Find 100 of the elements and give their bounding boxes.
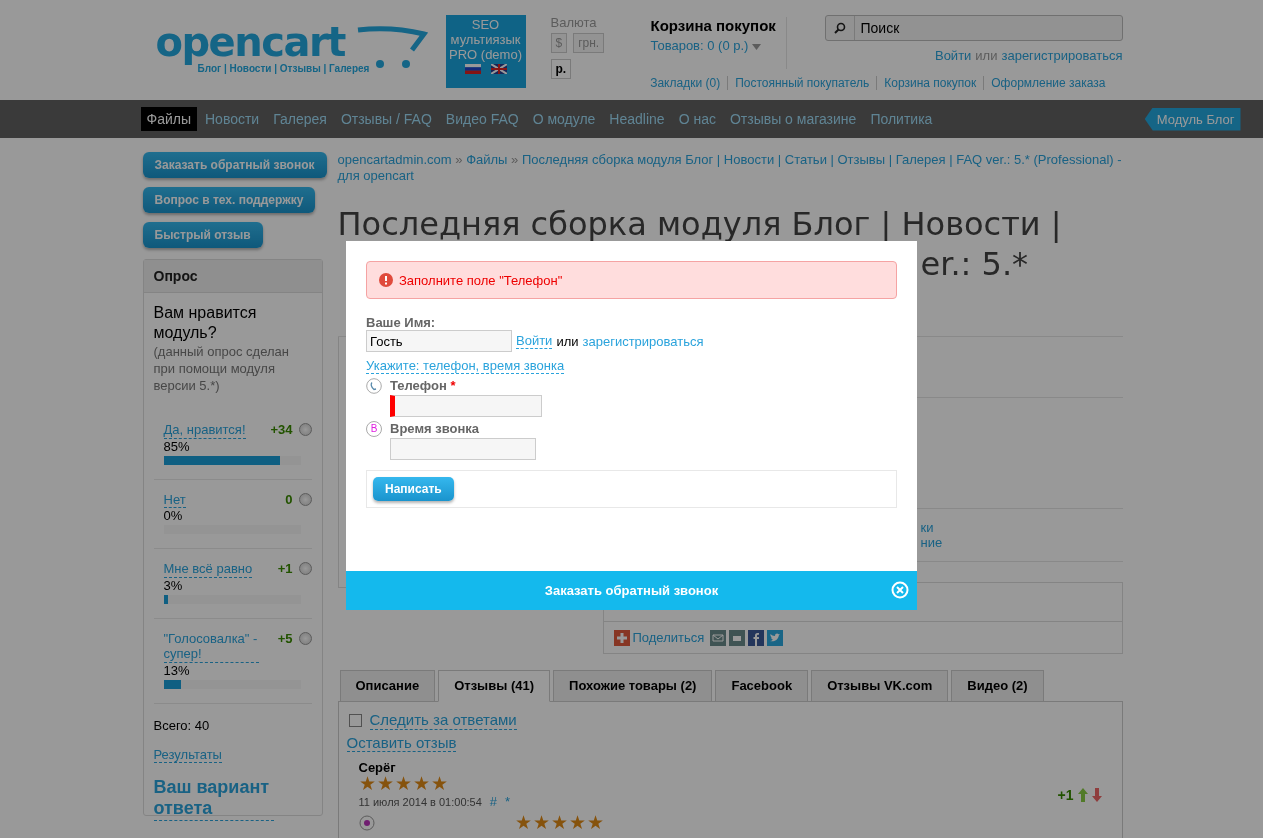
top-link[interactable]: Постоянный покупатель [727,76,877,90]
review-score: +1 [1057,786,1074,803]
radio-button[interactable] [298,562,312,576]
currency-label: Валюта [550,15,598,30]
phone-icon [366,377,382,394]
star-icon: ★ [550,814,568,831]
search-field[interactable]: Поиск [854,19,1122,37]
dialog-title: Заказать обратный звонок [544,583,719,598]
radio-button[interactable] [298,423,312,436]
hint-link[interactable]: Укажите: телефон, время звонка [366,358,565,374]
login-link[interactable]: Войти [934,48,972,63]
nav-item[interactable]: Отзывы о магазине [723,107,863,131]
own-answer-link[interactable]: Ваш вариант ответа [153,776,274,821]
vote-percent: 85% [163,438,190,454]
star-icon: ★ [568,814,586,831]
cart-title: Корзина покупок [650,17,777,34]
nav-item[interactable]: Отзывы / FAQ [334,107,438,131]
star-icon: ★ [586,814,604,831]
login-link[interactable]: Войти [516,333,553,349]
error-message: Заполните поле "Телефон" [399,272,563,288]
close-button[interactable] [891,581,909,599]
submit-button[interactable]: Написать [373,476,454,501]
review-date: 11 июля 2014 в 01:00:54 [358,795,482,808]
poll-option-link[interactable]: Да, нравится! [163,422,246,439]
reply-mark[interactable]: * [505,794,511,809]
register-link[interactable]: зарегистрироваться [582,333,704,349]
currency-button[interactable]: р. [550,59,572,79]
vote-count: 0 [285,491,293,507]
warning-icon [379,273,393,287]
nav-item[interactable]: Headline [603,107,671,131]
top-link[interactable]: Корзина покупок [876,76,984,90]
vote-count: +34 [270,422,293,437]
field-label: Телефон * [390,378,456,394]
cart-summary-link[interactable]: Товаров: 0 (0 р.) [650,38,786,53]
poll-question: Вам нравится модуль? [153,303,258,343]
vote-percent: 13% [163,662,190,678]
vote-count: +1 [277,561,293,577]
nav-item[interactable]: Политика [864,107,939,131]
mail-icon[interactable] [710,629,727,646]
tab[interactable]: Facebook [715,670,809,702]
star-icon: ★ [430,775,448,792]
text-input[interactable] [390,437,536,460]
facebook-icon[interactable] [748,629,765,646]
currency-button[interactable]: $ [550,33,568,53]
poll-option-link[interactable]: Нет [163,491,186,509]
logo-tagline: Блог | Новости | Отзывы | Галерея [197,63,370,74]
field-label: Ваше Имя: [366,315,437,330]
close-icon [891,581,909,599]
tab[interactable]: Описание [339,670,436,702]
sidebar-button[interactable]: Быстрый отзыв [142,222,263,248]
permalink[interactable]: # [489,794,498,809]
star-icon: ★ [394,775,412,792]
field-label: Время звонка [390,421,479,437]
twitter-icon[interactable] [767,629,784,646]
tab[interactable]: Похожие товары (2) [553,670,713,702]
share-link[interactable]: Поделиться [632,630,705,645]
radio-button[interactable] [298,631,312,645]
plus-icon [613,629,630,646]
flag-icon [464,64,481,74]
poll-option-link[interactable]: "Голосовалка" - супер! [163,630,259,663]
checkbox[interactable] [348,714,362,727]
tab[interactable]: Отзывы (41) [438,670,551,702]
top-link[interactable]: Закладки (0) [643,76,728,90]
nav-item[interactable]: О нас [672,107,722,131]
module-tag[interactable]: Модуль Блог [1144,107,1241,131]
register-link[interactable]: зарегистрироваться [1001,48,1123,63]
nav-item[interactable]: Новости [199,107,266,131]
link-fragment[interactable]: ки [920,520,1123,535]
star-icon: ★ [376,775,394,792]
sidebar-button[interactable]: Вопрос в тех. поддержку [142,187,316,213]
vote-down-icon[interactable] [1091,787,1102,802]
caret-icon [752,44,762,50]
nav-item[interactable]: Файлы [140,107,197,131]
star-icon: ★ [358,775,376,792]
nav-item[interactable]: Галерея [267,107,333,131]
tab[interactable]: Отзывы VK.com [811,670,949,702]
vote-percent: 3% [163,577,183,593]
star-icon: ★ [412,775,430,792]
poll-note: (данный опрос сделан при помощи модуля версии 5.*) [153,343,290,394]
results-link[interactable]: Результаты [153,746,222,763]
nav-item[interactable]: О модуле [526,107,602,131]
vote-count: +5 [277,630,293,646]
name-input[interactable]: Гость [366,330,512,352]
link-fragment[interactable]: ние [920,535,1123,550]
leave-review-link[interactable]: Оставить отзыв [346,734,457,752]
promo-banner[interactable]: SEO мультиязык PRO (demo) [445,15,526,88]
tab[interactable]: Видео (2) [951,670,1044,702]
poll-option-link[interactable]: Мне всё равно [163,561,253,578]
vote-up-icon[interactable] [1077,787,1088,802]
review-author: Серёг [358,760,397,775]
nav-item[interactable]: Видео FAQ [439,107,525,131]
follow-replies-link[interactable]: Следить за ответами [369,711,517,730]
or-text: или [975,48,998,63]
top-link[interactable]: Оформление заказа [983,76,1113,90]
radio-button[interactable] [298,492,312,506]
flag-icon [490,64,507,74]
text-input[interactable] [390,394,542,417]
sidebar-button[interactable]: Заказать обратный звонок [142,152,327,178]
page-title: er.: 5.* [920,244,1029,284]
search-box[interactable]: Поиск [824,15,1123,41]
